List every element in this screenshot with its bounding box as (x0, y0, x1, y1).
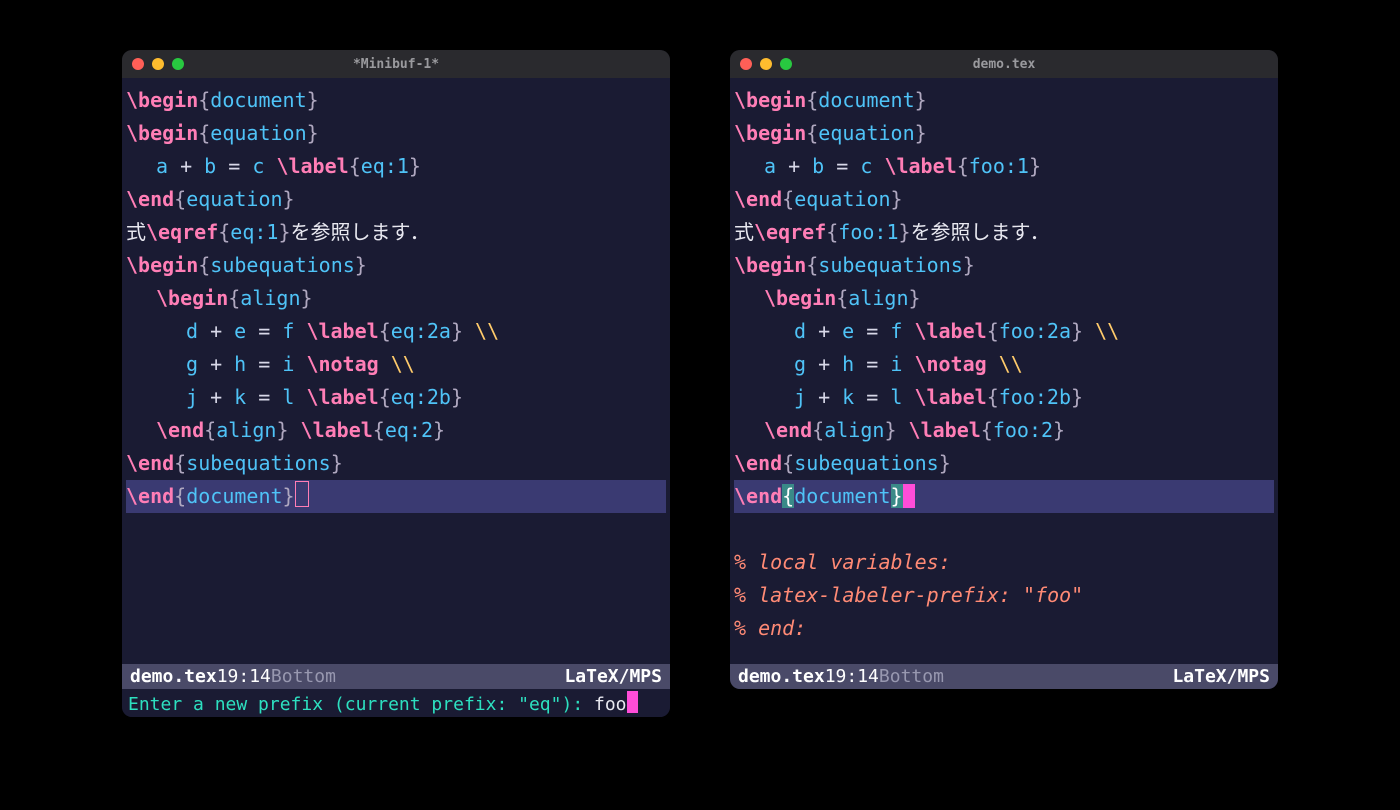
titlebar[interactable]: *Minibuf-1* (122, 50, 670, 78)
minibuffer-prompt: Enter a new prefix (current prefix: "eq"… (128, 694, 594, 715)
local-var-comment: % latex-labeler-prefix: "foo" (734, 583, 1083, 607)
local-var-comment: % end: (734, 616, 806, 640)
close-icon[interactable] (740, 58, 752, 70)
cursor-icon (627, 691, 638, 713)
local-var-comment: % local variables: (734, 550, 951, 574)
cursor-icon (295, 481, 309, 507)
current-line: \end{document} (734, 480, 1274, 513)
current-line: \end{document} (126, 480, 666, 513)
matched-brace: { (782, 484, 794, 508)
titlebar[interactable]: demo.tex (730, 50, 1278, 78)
minimize-icon[interactable] (760, 58, 772, 70)
editor-window-left: *Minibuf-1* \begin{document} \begin{equa… (122, 50, 670, 717)
editor-buffer[interactable]: \begin{document} \begin{equation} a + b … (122, 78, 670, 664)
latex-command: \begin (126, 88, 198, 112)
close-icon[interactable] (132, 58, 144, 70)
window-title: *Minibuf-1* (122, 57, 670, 72)
minibuffer[interactable]: Enter a new prefix (current prefix: "eq"… (122, 689, 670, 717)
editor-buffer[interactable]: \begin{document} \begin{equation} a + b … (730, 78, 1278, 664)
modeline: demo.tex 19:14 BottomLaTeX/MPS (122, 664, 670, 689)
cursor-icon (903, 484, 915, 508)
editor-window-right: demo.tex \begin{document} \begin{equatio… (730, 50, 1278, 689)
modeline: demo.tex 19:14 BottomLaTeX/MPS (730, 664, 1278, 689)
matched-brace: } (891, 484, 903, 508)
zoom-icon[interactable] (780, 58, 792, 70)
window-title: demo.tex (730, 57, 1278, 72)
zoom-icon[interactable] (172, 58, 184, 70)
minibuffer-input[interactable]: foo (594, 694, 627, 715)
minimize-icon[interactable] (152, 58, 164, 70)
